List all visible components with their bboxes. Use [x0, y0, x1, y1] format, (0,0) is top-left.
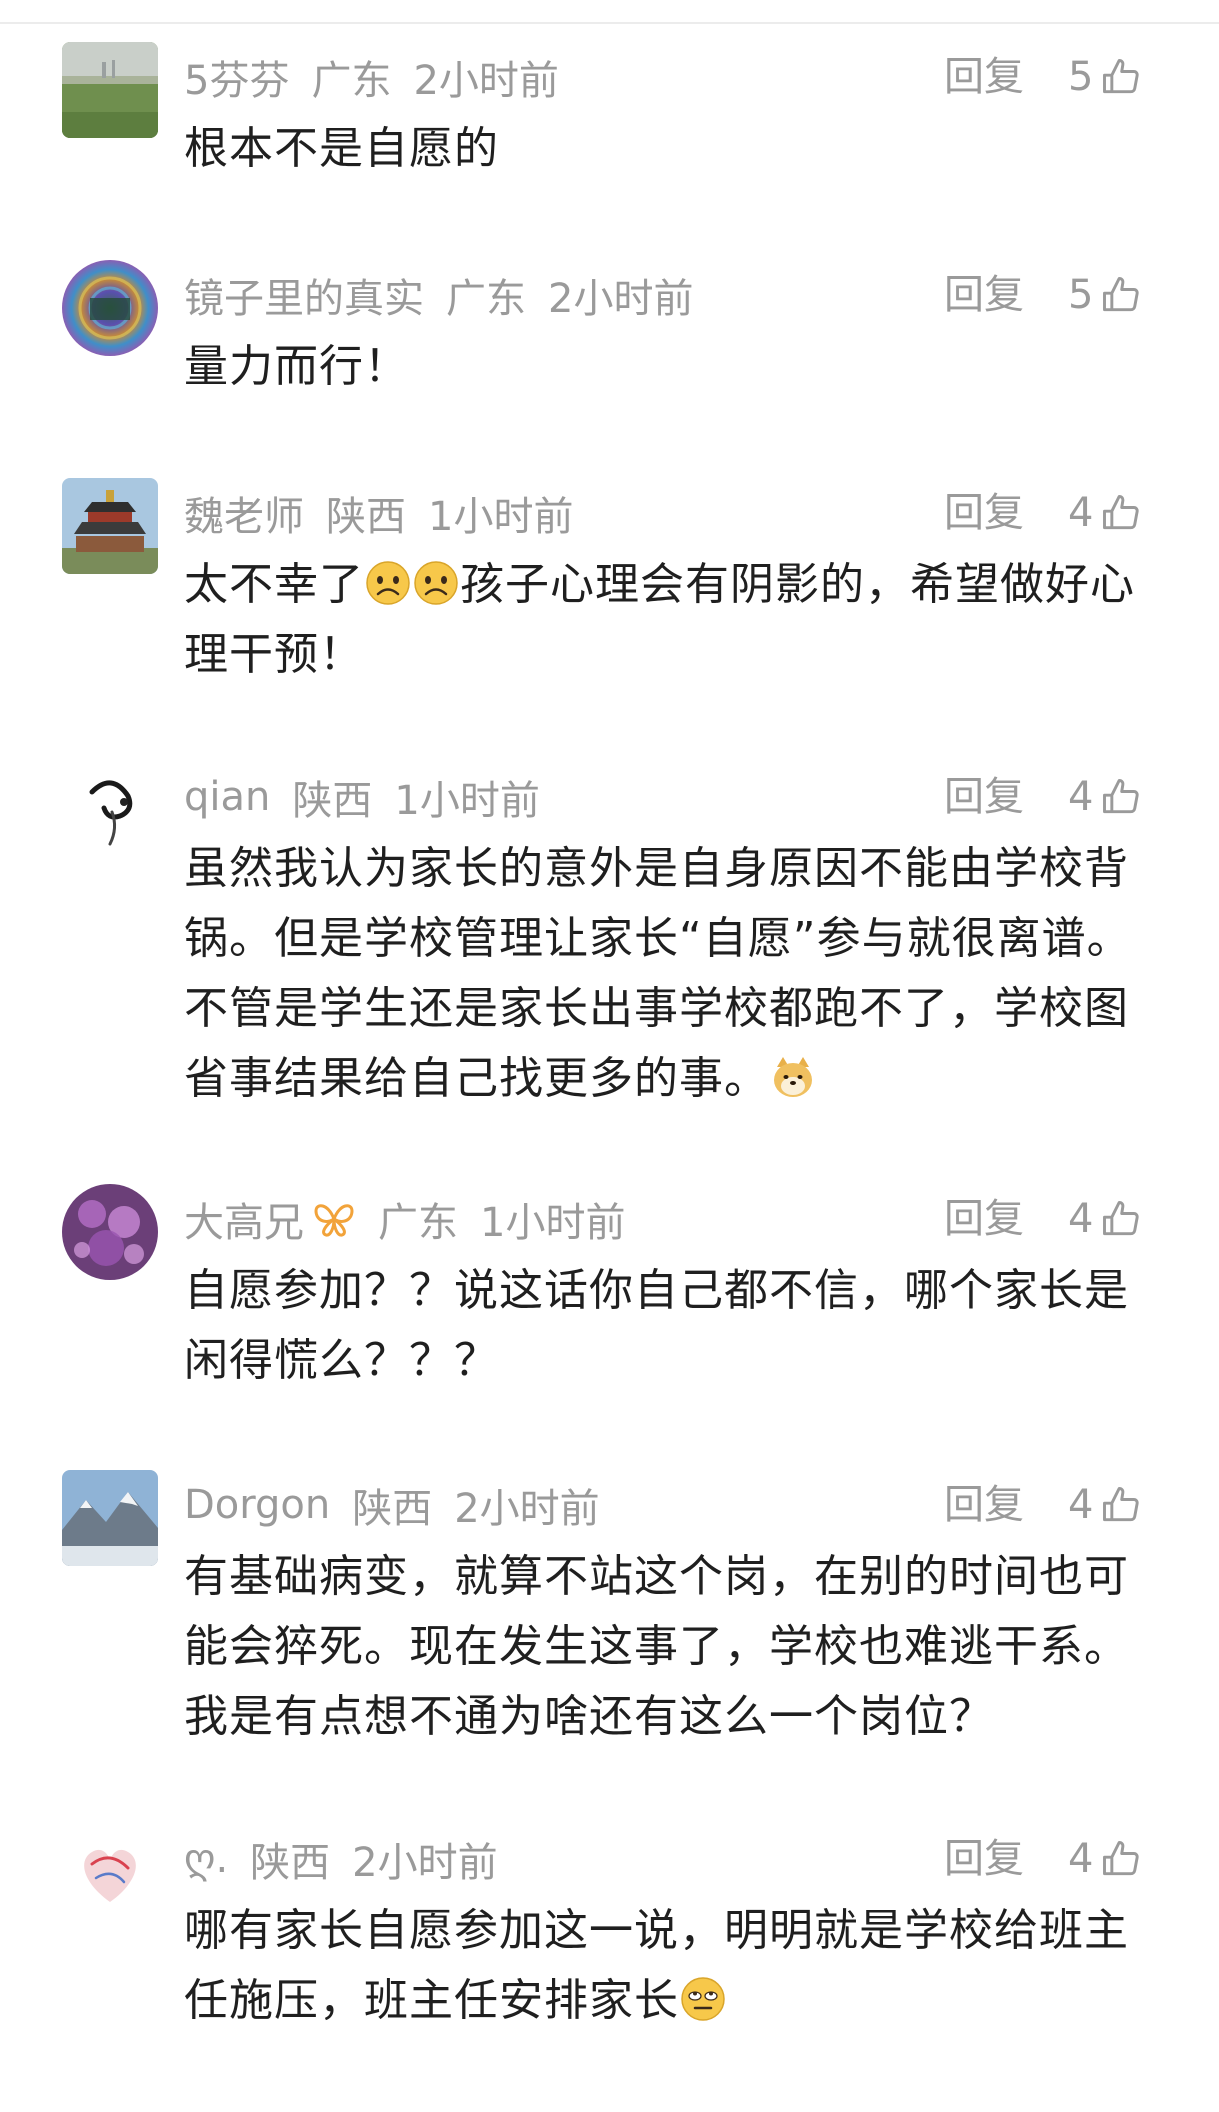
timestamp: 2小时前	[454, 1486, 600, 1532]
reply-button[interactable]: 回复	[944, 1832, 1024, 1886]
like-button[interactable]: 4	[1068, 1478, 1143, 1532]
thumbs-up-icon	[1103, 495, 1140, 530]
timestamp: 1小时前	[428, 494, 574, 540]
doge-emoji	[769, 1053, 817, 1101]
comment-text-part: 虽然我认为家长的意外是自身原因不能由学校背锅。但是学校管理让家长“自愿”参与就很…	[184, 843, 1132, 1104]
avatar-purple-flowers-image	[62, 1184, 158, 1280]
like-button[interactable]: 5	[1068, 268, 1143, 322]
location: 广东	[446, 276, 526, 322]
location: 广东	[378, 1200, 458, 1246]
comment-text: 哪有家长自愿参加这一说，明明就是学校给班主任施压，班主任安排家长	[184, 1896, 1164, 2036]
timestamp: 2小时前	[548, 276, 694, 322]
eye-roll-emoji	[679, 1975, 727, 2023]
username[interactable]: ღ.	[184, 1836, 228, 1882]
like-button[interactable]: 4	[1068, 486, 1143, 540]
timestamp: 1小时前	[394, 778, 540, 824]
sad-face-emoji	[364, 559, 412, 607]
location: 陕西	[292, 778, 373, 824]
comment-text: 根本不是自愿的	[184, 114, 1164, 184]
thumbs-up-icon	[1103, 1487, 1140, 1522]
comment-text-part: 根本不是自愿的	[184, 123, 499, 174]
avatar-ink-painting-image	[62, 762, 158, 858]
top-divider	[0, 22, 1219, 24]
comment-text: 太不幸了 孩子心理会有阴影的，希望做好心理干预！	[184, 550, 1164, 690]
like-count: 4	[1068, 774, 1094, 820]
location: 陕西	[250, 1840, 331, 1886]
comment-text-part: 有基础病变，就算不站这个岗，在别的时间也可能会猝死。现在发生这事了，学校也难逃干…	[184, 1551, 1129, 1742]
comment-meta: qian 陕西 1小时前	[184, 770, 540, 824]
like-button[interactable]: 4	[1068, 1832, 1143, 1886]
avatar[interactable]	[62, 762, 158, 858]
reply-button[interactable]: 回复	[944, 1478, 1024, 1532]
avatar[interactable]	[62, 42, 158, 138]
comment-text-part: 自愿参加？？说这话你自己都不信，哪个家长是闲得慌么？？？	[184, 1265, 1129, 1386]
avatar[interactable]	[62, 1824, 158, 1920]
avatar-bell-tower-image	[62, 478, 158, 574]
location: 陕西	[352, 1486, 433, 1532]
sad-face-emoji	[412, 559, 460, 607]
like-count: 5	[1068, 272, 1094, 318]
comment-text-part: 量力而行！	[184, 341, 409, 392]
like-button[interactable]: 4	[1068, 1192, 1143, 1246]
location: 陕西	[326, 494, 406, 540]
username[interactable]: 镜子里的真实	[184, 266, 424, 324]
like-button[interactable]: 4	[1068, 770, 1143, 824]
reply-button[interactable]: 回复	[944, 770, 1024, 824]
timestamp: 1小时前	[480, 1200, 626, 1246]
timestamp: 2小时前	[352, 1840, 498, 1886]
comment-meta: 5芬芬 广东 2小时前	[184, 50, 559, 104]
comment-text: 自愿参加？？说这话你自己都不信，哪个家长是闲得慌么？？？	[184, 1256, 1164, 1396]
avatar[interactable]	[62, 1470, 158, 1566]
comment-text: 量力而行！	[184, 332, 1164, 402]
username[interactable]: qian	[184, 774, 270, 820]
avatar-snowy-mountain-image	[62, 1470, 158, 1566]
comment-meta: 魏老师 陕西 1小时前	[184, 486, 573, 540]
timestamp: 2小时前	[413, 58, 559, 104]
username[interactable]: 魏老师	[184, 484, 304, 542]
thumbs-up-icon	[1103, 779, 1140, 814]
username[interactable]: Dorgon	[184, 1482, 330, 1528]
avatar[interactable]	[62, 478, 158, 574]
comment-meta: ღ. 陕西 2小时前	[184, 1832, 498, 1886]
thumbs-up-icon	[1103, 1841, 1140, 1876]
location: 广东	[311, 58, 392, 104]
like-button[interactable]: 5	[1068, 50, 1143, 104]
like-count: 4	[1068, 1836, 1094, 1882]
butterfly-badge-icon	[312, 1199, 356, 1239]
like-count: 4	[1068, 1482, 1094, 1528]
reply-button[interactable]: 回复	[944, 50, 1024, 104]
like-count: 4	[1068, 1196, 1094, 1242]
avatar-colorful-swirl-image	[62, 260, 158, 356]
comment-text: 有基础病变，就算不站这个岗，在别的时间也可能会猝死。现在发生这事了，学校也难逃干…	[184, 1542, 1164, 1752]
comment-text-part: 太不幸了	[184, 559, 364, 610]
reply-button[interactable]: 回复	[944, 1192, 1024, 1246]
comment-meta: 大高兄 广东 1小时前	[184, 1192, 625, 1246]
comment-meta: 镜子里的真实 广东 2小时前	[184, 268, 693, 322]
comment-text: 虽然我认为家长的意外是自身原因不能由学校背锅。但是学校管理让家长“自愿”参与就很…	[184, 834, 1164, 1114]
avatar-watercolor-heart-image	[62, 1824, 158, 1920]
like-count: 5	[1068, 54, 1094, 100]
comment-text-part: 哪有家长自愿参加这一说，明明就是学校给班主任施压，班主任安排家长	[184, 1905, 1129, 2026]
like-count: 4	[1068, 490, 1094, 536]
reply-button[interactable]: 回复	[944, 486, 1024, 540]
avatar[interactable]	[62, 1184, 158, 1280]
username[interactable]: 5芬芬	[184, 48, 289, 106]
username[interactable]: 大高兄	[184, 1190, 304, 1248]
avatar-grassland-image	[62, 42, 158, 138]
thumbs-up-icon	[1103, 59, 1140, 94]
avatar[interactable]	[62, 260, 158, 356]
thumbs-up-icon	[1103, 1201, 1140, 1236]
thumbs-up-icon	[1103, 277, 1140, 312]
reply-button[interactable]: 回复	[944, 268, 1024, 322]
comment-meta: Dorgon 陕西 2小时前	[184, 1478, 600, 1532]
